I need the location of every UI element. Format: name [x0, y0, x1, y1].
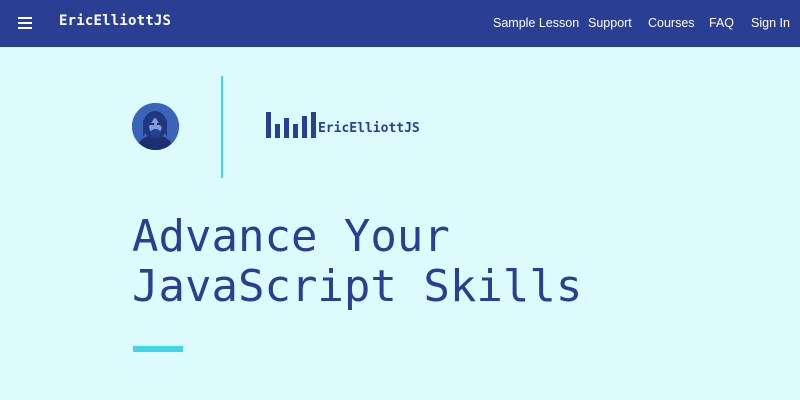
bar-chart-logo-icon: [266, 112, 316, 138]
hero-title-line-2: JavaScript Skills: [132, 261, 583, 312]
vertical-divider: [221, 76, 223, 178]
nav-link-sample-lesson[interactable]: Sample Lesson: [493, 16, 579, 30]
nav-link-courses[interactable]: Courses: [648, 16, 695, 30]
hero-title: Advance Your JavaScript Skills: [132, 212, 582, 312]
top-navbar: EricElliottJS Sample Lesson Support Cour…: [0, 0, 800, 47]
nav-link-sign-in[interactable]: Sign In: [751, 16, 790, 30]
nav-link-faq[interactable]: FAQ: [709, 16, 734, 30]
brand-link[interactable]: EricElliottJS: [59, 13, 171, 29]
avatar-image: [132, 103, 179, 150]
hamburger-menu-icon[interactable]: [18, 16, 34, 30]
logo-text: EricElliottJS: [318, 121, 420, 136]
nav-link-support[interactable]: Support: [588, 16, 632, 30]
accent-underline: [133, 346, 183, 352]
avatar: [132, 103, 179, 150]
hero-title-line-1: Advance Your: [132, 211, 450, 262]
